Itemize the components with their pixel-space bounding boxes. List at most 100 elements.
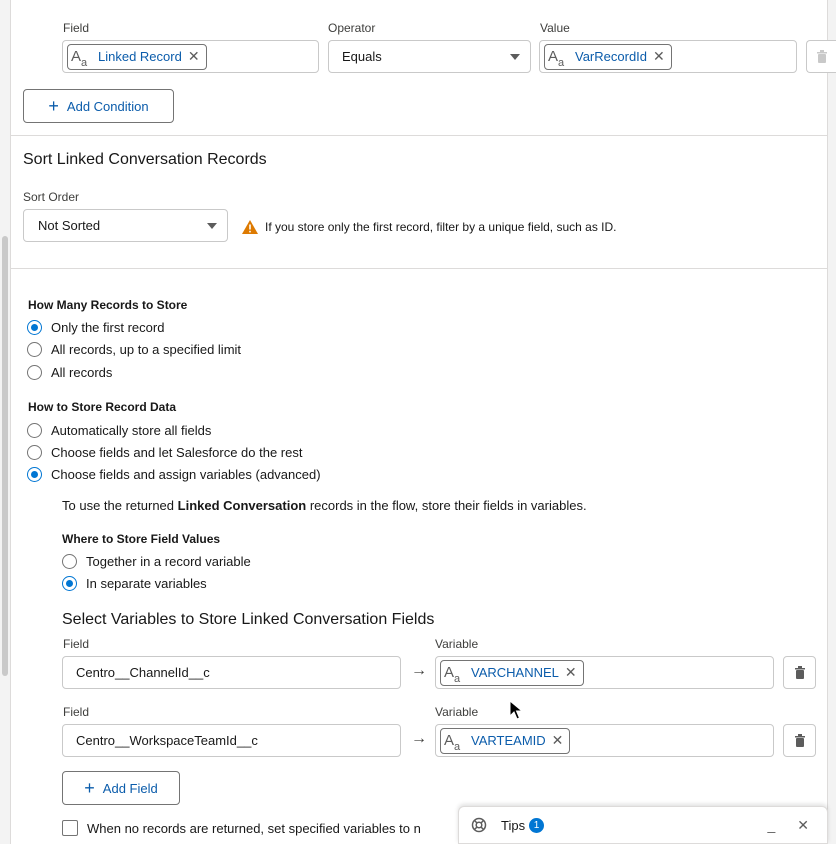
- store-count-option-limit[interactable]: All records, up to a specified limit: [27, 342, 241, 357]
- minimize-icon[interactable]: _: [767, 817, 775, 833]
- sort-order-value: Not Sorted: [38, 218, 101, 233]
- info-text-object: Linked Conversation: [177, 498, 307, 513]
- left-scrollbar-track[interactable]: [0, 0, 10, 844]
- tips-panel[interactable]: Tips 1 _ ✕: [458, 806, 828, 844]
- tips-count-badge: 1: [529, 817, 545, 833]
- lifebuoy-icon: [471, 817, 487, 833]
- trash-icon: [794, 666, 805, 679]
- tips-label: Tips: [501, 817, 526, 833]
- var-row2-variable-input[interactable]: A a VARTEAMID ✕: [435, 724, 774, 757]
- add-field-label: Add Field: [102, 780, 158, 796]
- svg-text:A: A: [444, 732, 454, 749]
- svg-text:a: a: [454, 673, 461, 684]
- svg-text:a: a: [558, 57, 565, 68]
- var-row1-variable-input[interactable]: A a VARCHANNEL ✕: [435, 656, 774, 689]
- section-divider: [11, 268, 827, 269]
- no-records-checkbox[interactable]: [62, 820, 78, 836]
- sort-heading: Sort Linked Conversation Records: [23, 151, 267, 168]
- store-count-option-first[interactable]: Only the first record: [27, 320, 164, 335]
- info-text-post: records in the flow, store their fields …: [306, 498, 587, 513]
- text-resource-icon: A a: [444, 732, 461, 752]
- condition-field-label: Field: [63, 21, 90, 35]
- store-data-option-salesforce[interactable]: Choose fields and let Salesforce do the …: [27, 445, 302, 460]
- delete-field-row-button[interactable]: [783, 656, 816, 689]
- operator-value: Equals: [342, 49, 382, 64]
- trash-icon: [794, 734, 805, 747]
- left-scrollbar-thumb[interactable]: [2, 236, 8, 676]
- remove-variable-icon[interactable]: ✕: [552, 732, 564, 749]
- chevron-down-icon: [510, 53, 520, 60]
- store-data-option-auto[interactable]: Automatically store all fields: [27, 423, 211, 438]
- delete-field-row-button[interactable]: [783, 724, 816, 757]
- remove-value-icon[interactable]: ✕: [653, 48, 665, 65]
- svg-text:A: A: [548, 48, 558, 65]
- sort-order-label: Sort Order: [23, 190, 80, 204]
- radio-label: All records: [51, 365, 113, 380]
- where-store-option-separate[interactable]: In separate variables: [62, 576, 207, 591]
- sort-order-select[interactable]: Not Sorted: [23, 209, 228, 242]
- sort-warning-text: If you store only the first record, filt…: [265, 220, 617, 234]
- field-resource-pill[interactable]: A a Linked Record ✕: [67, 43, 207, 70]
- select-vars-heading: Select Variables to Store Linked Convers…: [62, 611, 435, 628]
- close-icon[interactable]: ✕: [797, 817, 809, 834]
- var-row2-variable-label: Variable: [435, 705, 479, 719]
- condition-operator-label: Operator: [328, 21, 376, 35]
- radio-label: Choose fields and assign variables (adva…: [51, 467, 321, 482]
- store-count-heading: How Many Records to Store: [28, 298, 188, 312]
- svg-text:A: A: [444, 664, 454, 681]
- condition-value-label: Value: [540, 21, 570, 35]
- var-row1-field-input[interactable]: Centro__ChannelId__c: [62, 656, 401, 689]
- add-condition-label: Add Condition: [66, 98, 149, 114]
- remove-variable-icon[interactable]: ✕: [565, 664, 577, 681]
- add-field-button[interactable]: + Add Field: [62, 771, 180, 805]
- var-row2-field-input[interactable]: Centro__WorkspaceTeamId__c: [62, 724, 401, 757]
- no-records-label: When no records are returned, set specif…: [87, 820, 421, 836]
- remove-field-icon[interactable]: ✕: [188, 48, 200, 65]
- plus-icon: +: [48, 96, 59, 116]
- radio-unselected[interactable]: [27, 445, 42, 460]
- radio-unselected[interactable]: [27, 423, 42, 438]
- variable-resource-pill[interactable]: A a VARTEAMID ✕: [440, 727, 571, 754]
- radio-unselected[interactable]: [27, 365, 42, 380]
- add-condition-button[interactable]: + Add Condition: [23, 89, 174, 123]
- plus-icon: +: [84, 778, 95, 798]
- svg-text:A: A: [71, 48, 81, 65]
- variable-pill-label: VARTEAMID: [471, 733, 546, 748]
- radio-selected[interactable]: [62, 576, 77, 591]
- store-count-option-all[interactable]: All records: [27, 365, 112, 380]
- condition-value-input[interactable]: A a VarRecordId ✕: [539, 40, 797, 73]
- trash-icon: [816, 50, 827, 63]
- var-row1-field-label: Field: [63, 637, 90, 651]
- radio-selected[interactable]: [27, 467, 42, 482]
- variable-pill-label: VARCHANNEL: [471, 665, 559, 680]
- chevron-down-icon: [207, 222, 217, 229]
- var-row1-field-value: Centro__ChannelId__c: [76, 665, 210, 680]
- variable-resource-pill[interactable]: A a VARCHANNEL ✕: [440, 659, 584, 686]
- svg-text:a: a: [454, 741, 461, 752]
- text-resource-icon: A a: [548, 48, 565, 68]
- radio-label: Only the first record: [51, 320, 165, 335]
- var-row2-field-label: Field: [63, 705, 90, 719]
- section-divider: [11, 135, 827, 136]
- value-resource-pill[interactable]: A a VarRecordId ✕: [544, 43, 672, 70]
- radio-label: All records, up to a specified limit: [51, 342, 242, 357]
- warning-icon: [242, 220, 258, 234]
- store-data-option-advanced[interactable]: Choose fields and assign variables (adva…: [27, 467, 321, 482]
- radio-selected[interactable]: [27, 320, 42, 335]
- radio-label: Choose fields and let Salesforce do the …: [51, 445, 303, 460]
- text-resource-icon: A a: [71, 48, 88, 68]
- text-resource-icon: A a: [444, 664, 461, 684]
- var-row2-field-value: Centro__WorkspaceTeamId__c: [76, 733, 258, 748]
- delete-condition-button[interactable]: [806, 40, 836, 73]
- no-records-option[interactable]: When no records are returned, set specif…: [62, 820, 421, 836]
- operator-select[interactable]: Equals: [328, 40, 531, 73]
- value-pill-label: VarRecordId: [575, 49, 648, 64]
- radio-unselected[interactable]: [27, 342, 42, 357]
- arrow-right-icon: →: [411, 662, 427, 679]
- store-data-heading: How to Store Record Data: [28, 400, 177, 414]
- info-text-pre: To use the returned: [62, 498, 178, 513]
- var-row1-variable-label: Variable: [435, 637, 479, 651]
- condition-field-input[interactable]: A a Linked Record ✕: [62, 40, 319, 73]
- where-store-option-record[interactable]: Together in a record variable: [62, 554, 251, 569]
- radio-unselected[interactable]: [62, 554, 77, 569]
